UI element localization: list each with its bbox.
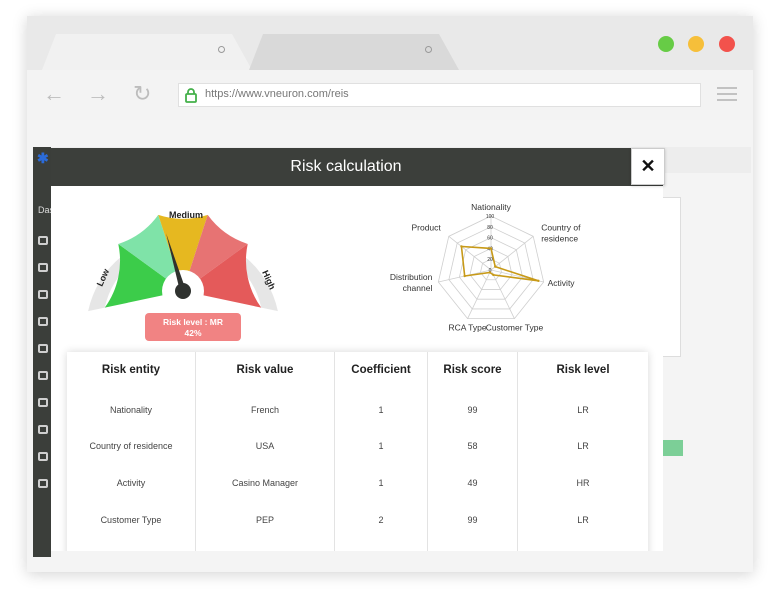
risk-table: Risk entity Nationality Country of resid…: [67, 352, 648, 551]
cell-coefficient: 1: [378, 405, 384, 415]
column-risk-value: Risk value French USA Casino Manager PEP: [196, 352, 335, 551]
browser-tab[interactable]: [249, 34, 459, 70]
cell-risk-entity: Activity: [116, 478, 146, 488]
radar-data-point: [489, 247, 493, 250]
radar-axis-label: Nationality: [471, 202, 511, 212]
app-logo-icon: ✱: [37, 150, 49, 166]
radar-data-point: [463, 274, 466, 278]
radar-data-point: [460, 245, 463, 248]
sidebar-icon[interactable]: [38, 452, 48, 461]
radar-tick-label: 20: [487, 257, 493, 263]
browser-menu-icon[interactable]: [717, 87, 737, 105]
address-bar[interactable]: https://www.vneuron.com/reis: [178, 83, 701, 107]
sidebar-icon[interactable]: [38, 317, 48, 326]
maximize-button[interactable]: [658, 36, 674, 52]
radar-axis-label: Country of residence: [541, 222, 581, 243]
cell-risk-value: PEP: [255, 515, 274, 525]
radar-axis-label: Distribution channel: [390, 272, 433, 293]
header-risk-value: Risk value: [236, 364, 294, 376]
risk-level-percent: 42%: [184, 328, 202, 338]
header-risk-entity: Risk entity: [101, 364, 161, 376]
minimize-button[interactable]: [688, 36, 704, 52]
cell-risk-value: USA: [255, 441, 275, 451]
cell-risk-entity: Country of residence: [89, 441, 173, 451]
header-risk-level: Risk level: [556, 364, 610, 376]
cell-coefficient: 1: [378, 441, 384, 451]
radar-data-point: [488, 271, 492, 274]
gauge-needle-hub: [175, 283, 191, 299]
radar-axis-label: RCA Type: [449, 323, 487, 332]
cell-risk-score: 99: [467, 405, 478, 415]
radar-axis-label: Activity: [548, 278, 576, 288]
radar-tick-label: 60: [487, 236, 493, 242]
radar-tick-label: 100: [486, 214, 495, 220]
column-risk-entity: Risk entity Nationality Country of resid…: [67, 352, 196, 551]
sidebar-icon[interactable]: [38, 290, 48, 299]
column-risk-level: Risk level LR LR HR LR: [518, 352, 648, 551]
cell-risk-level: LR: [577, 515, 589, 525]
tab-bar: [27, 16, 753, 70]
risk-radar-chart: 100806040200NationalityCountry of residen…: [390, 202, 581, 332]
sidebar-icon[interactable]: [38, 371, 48, 380]
browser-toolbar: ← → ↻ https://www.vneuron.com/reis: [27, 70, 753, 120]
cell-risk-level: LR: [577, 441, 589, 451]
radar-axis-label: Customer Type: [486, 323, 544, 332]
modal-title: Risk calculation: [290, 158, 402, 175]
cell-risk-score: 49: [467, 478, 478, 488]
browser-tab-active[interactable]: [42, 34, 252, 70]
risk-level-text: Risk level : MR: [163, 317, 223, 327]
gauge-label-medium: Medium: [169, 210, 203, 220]
sidebar-icon[interactable]: [38, 236, 48, 245]
cell-risk-value: Casino Manager: [231, 478, 299, 488]
risk-calculation-modal: Risk calculation Low Medium High Risk le…: [51, 148, 663, 551]
url-text: https://www.vneuron.com/reis: [205, 88, 349, 100]
cell-risk-entity: Customer Type: [100, 515, 162, 525]
sidebar-icon[interactable]: [38, 398, 48, 407]
sidebar-icon[interactable]: [38, 263, 48, 272]
sidebar-icon[interactable]: [38, 479, 48, 488]
cell-risk-level: HR: [576, 478, 590, 488]
header-coefficient: Coefficient: [351, 364, 411, 376]
forward-arrow-icon[interactable]: →: [87, 83, 109, 105]
column-coefficient: Coefficient 1 1 1 2: [335, 352, 428, 551]
modal-close-button[interactable]: ✕: [631, 148, 665, 185]
cell-risk-score: 99: [467, 515, 478, 525]
risk-gauge: Low Medium High: [88, 210, 278, 312]
cell-risk-entity: Nationality: [109, 405, 153, 415]
tab-close-icon[interactable]: [218, 46, 225, 53]
reload-icon[interactable]: ↻: [133, 83, 151, 105]
back-arrow-icon[interactable]: ←: [43, 83, 65, 105]
radar-data-point: [537, 279, 540, 283]
radar-data-point: [494, 265, 497, 268]
cell-risk-level: LR: [577, 405, 589, 415]
close-window-button[interactable]: [719, 36, 735, 52]
sidebar-icon[interactable]: [38, 425, 48, 434]
cell-coefficient: 1: [378, 478, 384, 488]
tab-close-icon[interactable]: [425, 46, 432, 53]
cell-risk-value: French: [250, 405, 279, 415]
radar-data-point: [492, 273, 495, 277]
radar-spoke: [467, 269, 492, 319]
header-risk-score: Risk score: [443, 364, 502, 376]
sidebar-icon[interactable]: [38, 344, 48, 353]
modal-header: Risk calculation: [51, 148, 663, 186]
radar-tick-label: 80: [487, 225, 493, 231]
risk-level-badge: Risk level : MR 42%: [145, 313, 241, 341]
lock-icon: [185, 88, 197, 103]
cell-coefficient: 2: [378, 515, 384, 525]
radar-axis-label: Product: [411, 222, 441, 232]
cell-risk-score: 58: [467, 441, 478, 451]
column-risk-score: Risk score 99 58 49 99: [428, 352, 518, 551]
